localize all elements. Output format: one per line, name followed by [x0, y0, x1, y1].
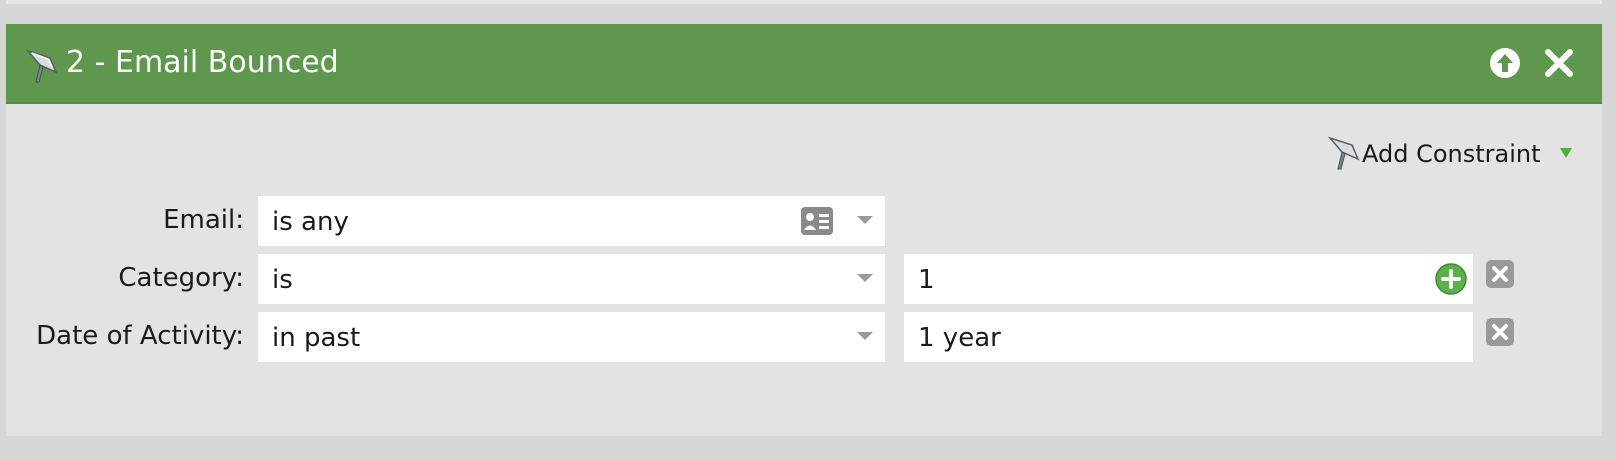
category-label: Category:: [118, 263, 244, 293]
move-up-button[interactable]: [1488, 46, 1522, 80]
email-operator-select[interactable]: is any: [258, 196, 885, 246]
category-value: 1: [918, 265, 935, 295]
remove-filter-button[interactable]: [1542, 46, 1576, 80]
previous-card-edge: [6, 0, 1602, 4]
filter-header: 2 - Email Bounced: [6, 24, 1602, 104]
chevron-down-icon: [857, 216, 873, 224]
date-of-activity-label: Date of Activity:: [36, 321, 244, 351]
category-operator-value: is: [272, 265, 293, 295]
category-value-input[interactable]: 1: [904, 254, 1473, 304]
email-operator-value: is any: [272, 207, 349, 237]
date-operator-value: in past: [272, 323, 361, 353]
add-constraint-label: Add Constraint: [1362, 140, 1541, 168]
delete-row-button[interactable]: [1485, 259, 1515, 289]
chevron-down-icon: [857, 274, 873, 282]
delete-row-button[interactable]: [1485, 317, 1515, 347]
filter-card: 2 - Email Bounced Add Constraint Email: …: [6, 24, 1602, 436]
category-operator-select[interactable]: is: [258, 254, 885, 304]
contact-card-icon[interactable]: [800, 206, 834, 236]
filter-title: 2 - Email Bounced: [66, 45, 339, 80]
date-value: 1 year: [918, 323, 1001, 353]
date-value-input[interactable]: 1 year: [904, 312, 1473, 362]
filter-funnel-icon: [1328, 136, 1360, 170]
filter-funnel-icon: [26, 49, 58, 83]
add-value-plus-icon[interactable]: [1434, 262, 1468, 296]
email-label: Email:: [163, 205, 244, 235]
date-operator-select[interactable]: in past: [258, 312, 885, 362]
caret-down-icon: [1560, 148, 1572, 158]
chevron-down-icon: [857, 332, 873, 340]
